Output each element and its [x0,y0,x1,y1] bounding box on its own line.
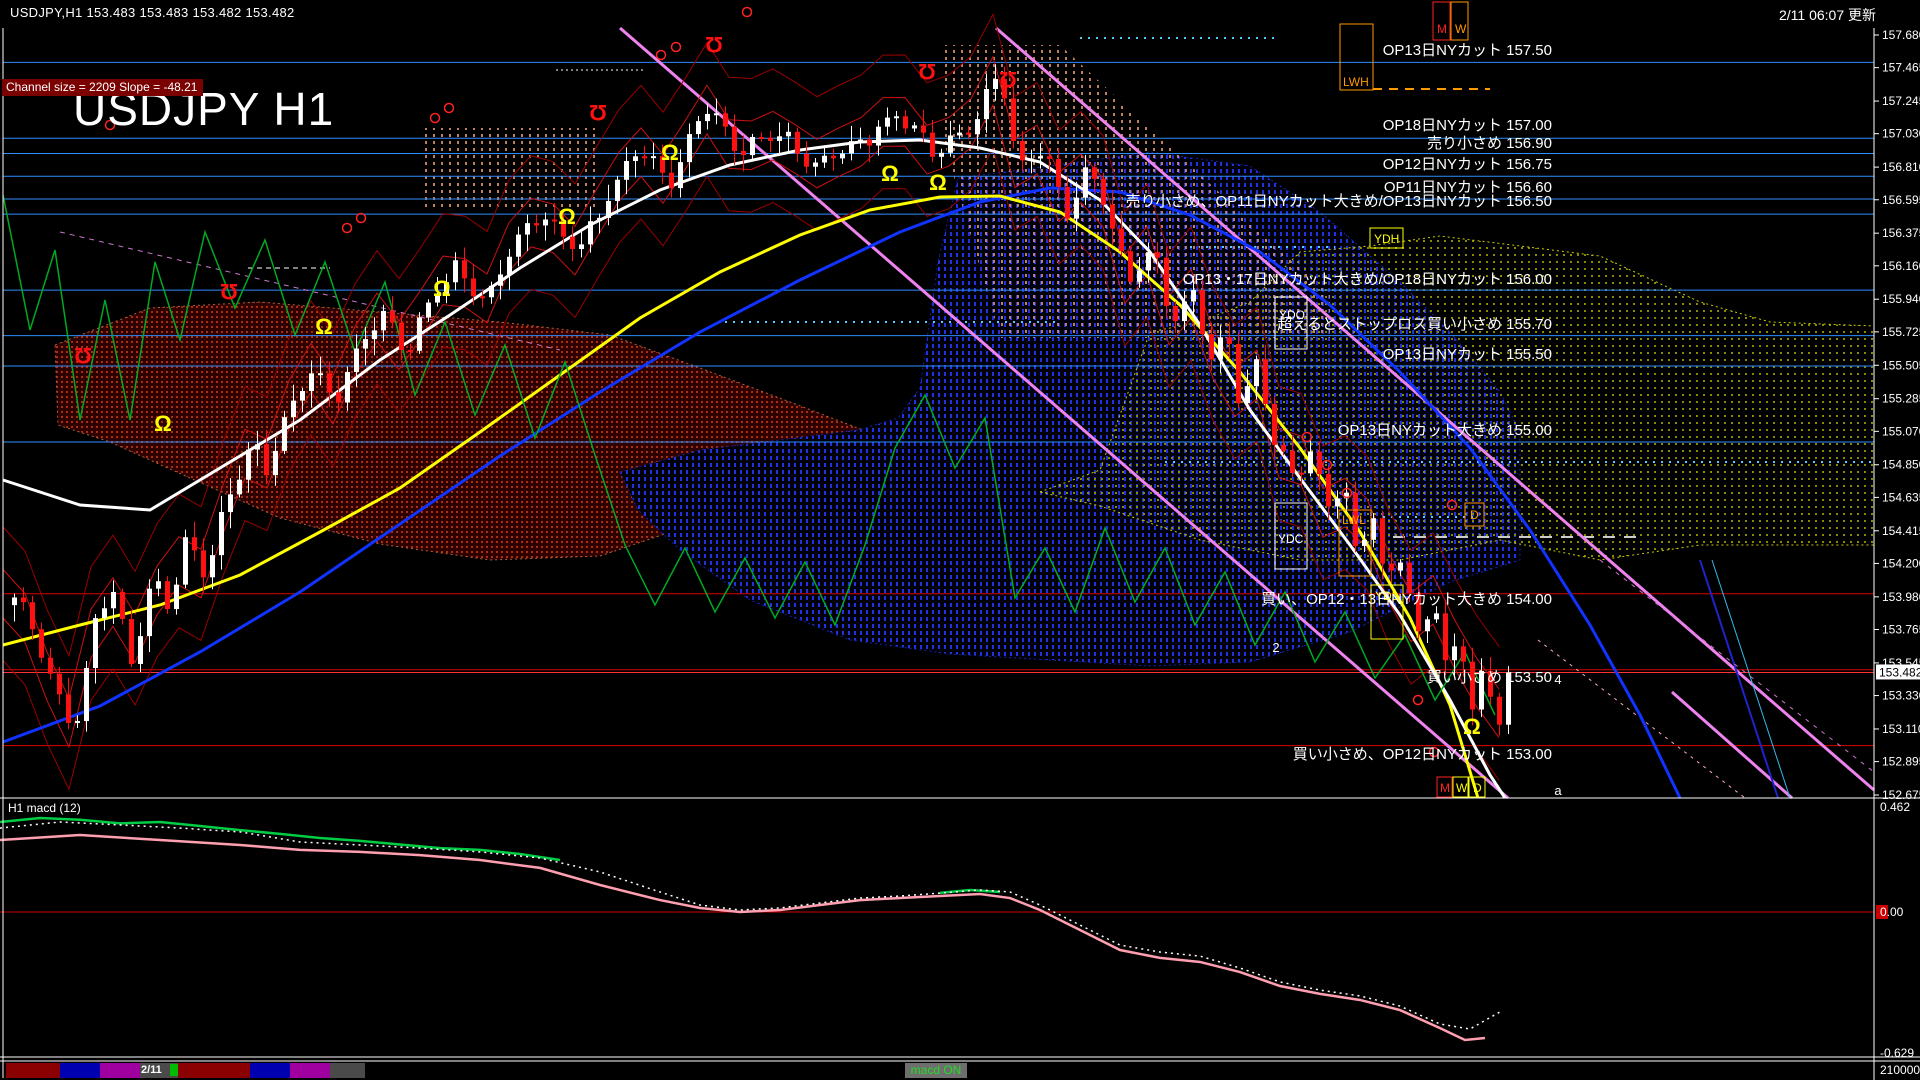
price-annotation: OP13日NYカット大きめ 155.00 [1338,422,1552,439]
range-box-label: YDC [1278,532,1304,546]
price-axis-label: 153.110 [1882,722,1920,736]
svg-text:a: a [1554,783,1562,798]
omega-marker-icon: Ω [999,67,1017,92]
mt4-chart-window: ΩΩΩΩΩΩΩΩΩΩΩΩΩΩ4a2 MWLWHYDHYDOYDCLWLYDLDM… [0,0,1920,1080]
price-axis-label: 152.895 [1882,755,1920,769]
price-annotation: OP13日NYカット 157.50 [1383,42,1552,59]
range-box-label: W [1455,22,1467,36]
range-box-label: M [1440,781,1450,795]
omega-marker-icon: Ω [589,100,607,125]
indicator-axis-label: 0.462 [1880,800,1910,814]
range-box-label: D [1470,508,1479,522]
price-axis-label: 155.725 [1882,325,1920,339]
price-axis-label: 156.160 [1882,259,1920,273]
price-annotation: 買い、OP12・13日NYカット大きめ 154.00 [1261,591,1552,608]
indicator-axis-label: 0.00 [1880,905,1904,919]
omega-marker-icon: Ω [433,276,451,301]
omega-marker-icon: Ω [705,32,723,57]
channel-info-badge: Channel size = 2209 Slope = -48.21 [2,79,203,96]
macd-indicator [0,798,1920,1061]
price-axis-label: 154.200 [1882,556,1920,570]
omega-marker-icon: Ω [881,161,899,186]
price-annotation: 買い小さめ 153.50 [1427,669,1552,686]
macd-toggle-button[interactable]: macd ON [905,1063,967,1078]
omega-marker-icon: Ω [918,59,936,84]
price-annotation: OP18日NYカット 157.00 [1383,117,1552,134]
macd-indicator-label: H1 macd (12) [8,801,81,815]
price-axis-label: 157.465 [1882,61,1920,75]
price-axis-label: 153.980 [1882,590,1920,604]
period-segment [6,1063,60,1078]
price-annotation: OP12日NYカット 156.75 [1383,156,1552,173]
current-price-badge: 153.482 [1879,665,1920,679]
price-annotation: 売り小さめ、OP11日NYカット大きめ/OP13日NYカット 156.50 [1126,193,1553,210]
range-box-label: LWL [1342,513,1366,527]
omega-marker-icon: Ω [220,279,238,304]
omega-marker-icon: Ω [315,314,333,339]
price-axis-label: 155.070 [1882,424,1920,438]
update-time: 2/11 06:07 更新 [1779,5,1876,25]
session-marker [170,1064,178,1076]
range-box-label: W [1456,781,1468,795]
price-annotation: OP13日NYカット 155.50 [1383,346,1552,363]
period-segment [60,1063,100,1078]
price-axis-label: 156.595 [1882,193,1920,207]
period-segment [100,1063,140,1078]
price-axis-label: 156.375 [1882,226,1920,240]
period-segment [178,1063,250,1078]
price-axis-label: 153.330 [1882,689,1920,703]
price-axis-label: 155.505 [1882,358,1920,372]
omega-marker-icon: Ω [154,411,172,436]
range-box-label: D [1473,781,1482,795]
price-annotation: 売り小さめ 156.90 [1427,135,1552,152]
price-axis-label: 155.285 [1882,392,1920,406]
price-axis-label: 155.940 [1882,292,1920,306]
price-axis-label: 157.680 [1882,28,1920,42]
omega-marker-icon: Ω [661,140,679,165]
price-axis-label: 153.765 [1882,622,1920,636]
price-annotation: 買い小さめ、OP12日NYカット 153.00 [1293,746,1552,763]
range-box-label: YDH [1374,232,1399,246]
price-axis-label: 156.810 [1882,160,1920,174]
range-box-label: LWH [1343,75,1369,89]
chart-canvas[interactable]: ΩΩΩΩΩΩΩΩΩΩΩΩΩΩ4a2 MWLWHYDHYDOYDCLWLYDLDM… [0,0,1920,1080]
omega-marker-icon: Ω [558,204,576,229]
period-segment [290,1063,330,1078]
indicator-axis-label: -0.629 [1880,1046,1914,1060]
price-axis-label: 154.415 [1882,524,1920,538]
price-axis-label: 154.850 [1882,458,1920,472]
price-axis-label: 154.635 [1882,490,1920,504]
omega-marker-icon: Ω [1463,714,1481,739]
price-axis-label: 157.030 [1882,127,1920,141]
date-label: 2/11 [141,1064,162,1076]
range-box-label: M [1437,22,1447,36]
price-axis-label: 157.245 [1882,94,1920,108]
period-segment [330,1063,365,1078]
price-annotation: OP13・17日NYカット大きめ/OP18日NYカット 156.00 [1183,271,1552,288]
period-segment [250,1063,290,1078]
svg-text:4: 4 [1554,672,1561,687]
symbol-info: USDJPY,H1 153.483 153.483 153.482 153.48… [10,5,295,20]
price-annotation: 超えるとストップロス買い小さめ 155.70 [1277,316,1552,333]
omega-marker-icon: Ω [74,343,92,368]
svg-text:2: 2 [1272,640,1279,655]
omega-marker-icon: Ω [929,170,947,195]
